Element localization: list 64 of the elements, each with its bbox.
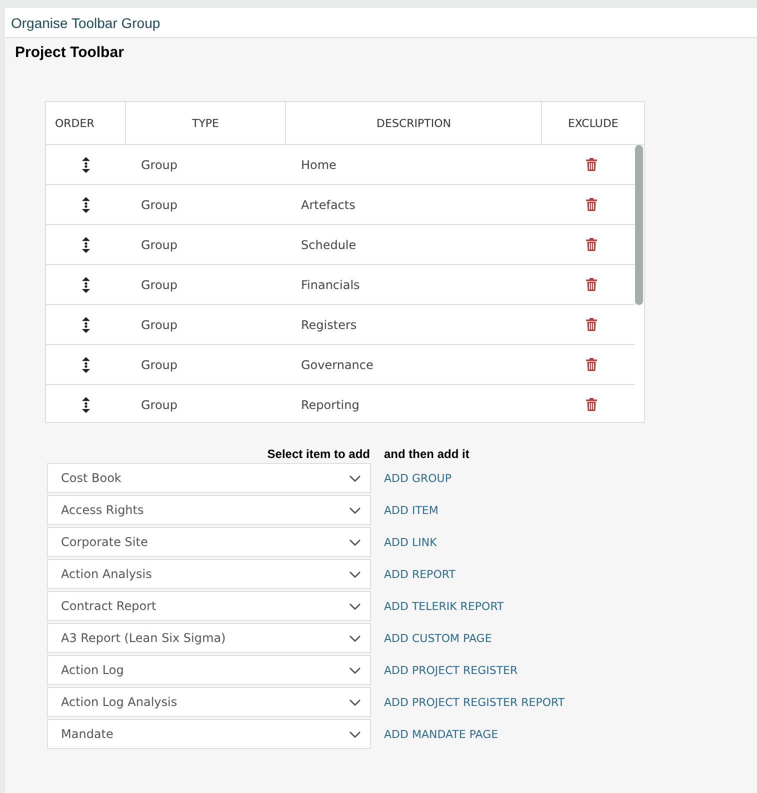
drag-handle-icon[interactable]: [82, 356, 90, 372]
drag-handle-icon[interactable]: [82, 156, 90, 172]
add-link[interactable]: ADD GROUP: [384, 472, 452, 484]
dropdown[interactable]: Corporate Site: [47, 527, 371, 557]
trash-icon[interactable]: [586, 358, 596, 371]
trash-icon[interactable]: [586, 158, 596, 171]
chevron-down-icon: [349, 538, 361, 546]
table-cell: Artefacts: [301, 198, 356, 212]
add-link[interactable]: ADD PROJECT REGISTER: [384, 664, 518, 676]
dropdown[interactable]: Action Log: [47, 655, 371, 685]
drag-handle-icon[interactable]: [82, 276, 90, 292]
select-label: Select item to add: [266, 447, 370, 461]
dialog-title: Organise Toolbar Group: [11, 14, 160, 30]
chevron-down-icon: [349, 698, 361, 706]
column-header: TYPE: [192, 116, 219, 130]
table-cell: Governance: [301, 358, 374, 372]
drag-handle-icon[interactable]: [82, 316, 90, 332]
table-cell: Group: [141, 358, 178, 372]
table-cell: Financials: [301, 278, 360, 292]
table-cell: Registers: [301, 318, 357, 332]
dropdown[interactable]: A3 Report (Lean Six Sigma): [47, 623, 371, 653]
table-cell: Schedule: [301, 238, 356, 252]
table-cell: Group: [141, 238, 178, 252]
dropdown[interactable]: Contract Report: [47, 591, 371, 621]
dropdown[interactable]: Access Rights: [47, 495, 371, 525]
chevron-down-icon: [349, 506, 361, 514]
add-link[interactable]: ADD MANDATE PAGE: [384, 728, 498, 740]
section-heading: Project Toolbar: [15, 44, 124, 61]
chevron-down-icon: [349, 602, 361, 610]
trash-icon[interactable]: [586, 198, 596, 211]
chevron-down-icon: [349, 730, 361, 738]
drag-handle-icon[interactable]: [82, 196, 90, 212]
table-cell: Home: [301, 158, 336, 172]
chevron-down-icon: [349, 570, 361, 578]
add-link[interactable]: ADD LINK: [384, 536, 437, 548]
chevron-down-icon: [349, 474, 361, 482]
action-label: and then add it: [384, 447, 470, 461]
table-cell: Group: [141, 398, 178, 412]
add-link[interactable]: ADD TELERIK REPORT: [384, 600, 504, 612]
column-header: ORDER: [55, 116, 94, 130]
trash-icon[interactable]: [586, 398, 596, 411]
table-cell: Group: [141, 198, 178, 212]
add-link[interactable]: ADD PROJECT REGISTER REPORT: [384, 696, 565, 708]
dropdown[interactable]: Action Analysis: [47, 559, 371, 589]
add-link[interactable]: ADD ITEM: [384, 504, 438, 516]
trash-icon[interactable]: [586, 278, 596, 291]
column-header: DESCRIPTION: [376, 116, 452, 130]
dropdown[interactable]: Action Log Analysis: [47, 687, 371, 717]
dropdown[interactable]: Mandate: [47, 719, 371, 749]
table-cell: Group: [141, 158, 178, 172]
table-cell: Group: [141, 278, 178, 292]
scrollbar-thumb[interactable]: [635, 145, 643, 305]
table-cell: Group: [141, 318, 178, 332]
column-header: EXCLUDE: [568, 116, 618, 130]
trash-icon[interactable]: [586, 238, 596, 251]
trash-icon[interactable]: [586, 318, 596, 331]
add-link[interactable]: ADD CUSTOM PAGE: [384, 632, 492, 644]
drag-handle-icon[interactable]: [82, 396, 90, 412]
drag-handle-icon[interactable]: [82, 236, 90, 252]
chevron-down-icon: [349, 634, 361, 642]
dropdown[interactable]: Cost Book: [47, 463, 371, 493]
add-link[interactable]: ADD REPORT: [384, 568, 456, 580]
table-cell: Reporting: [301, 398, 360, 412]
chevron-down-icon: [349, 666, 361, 674]
